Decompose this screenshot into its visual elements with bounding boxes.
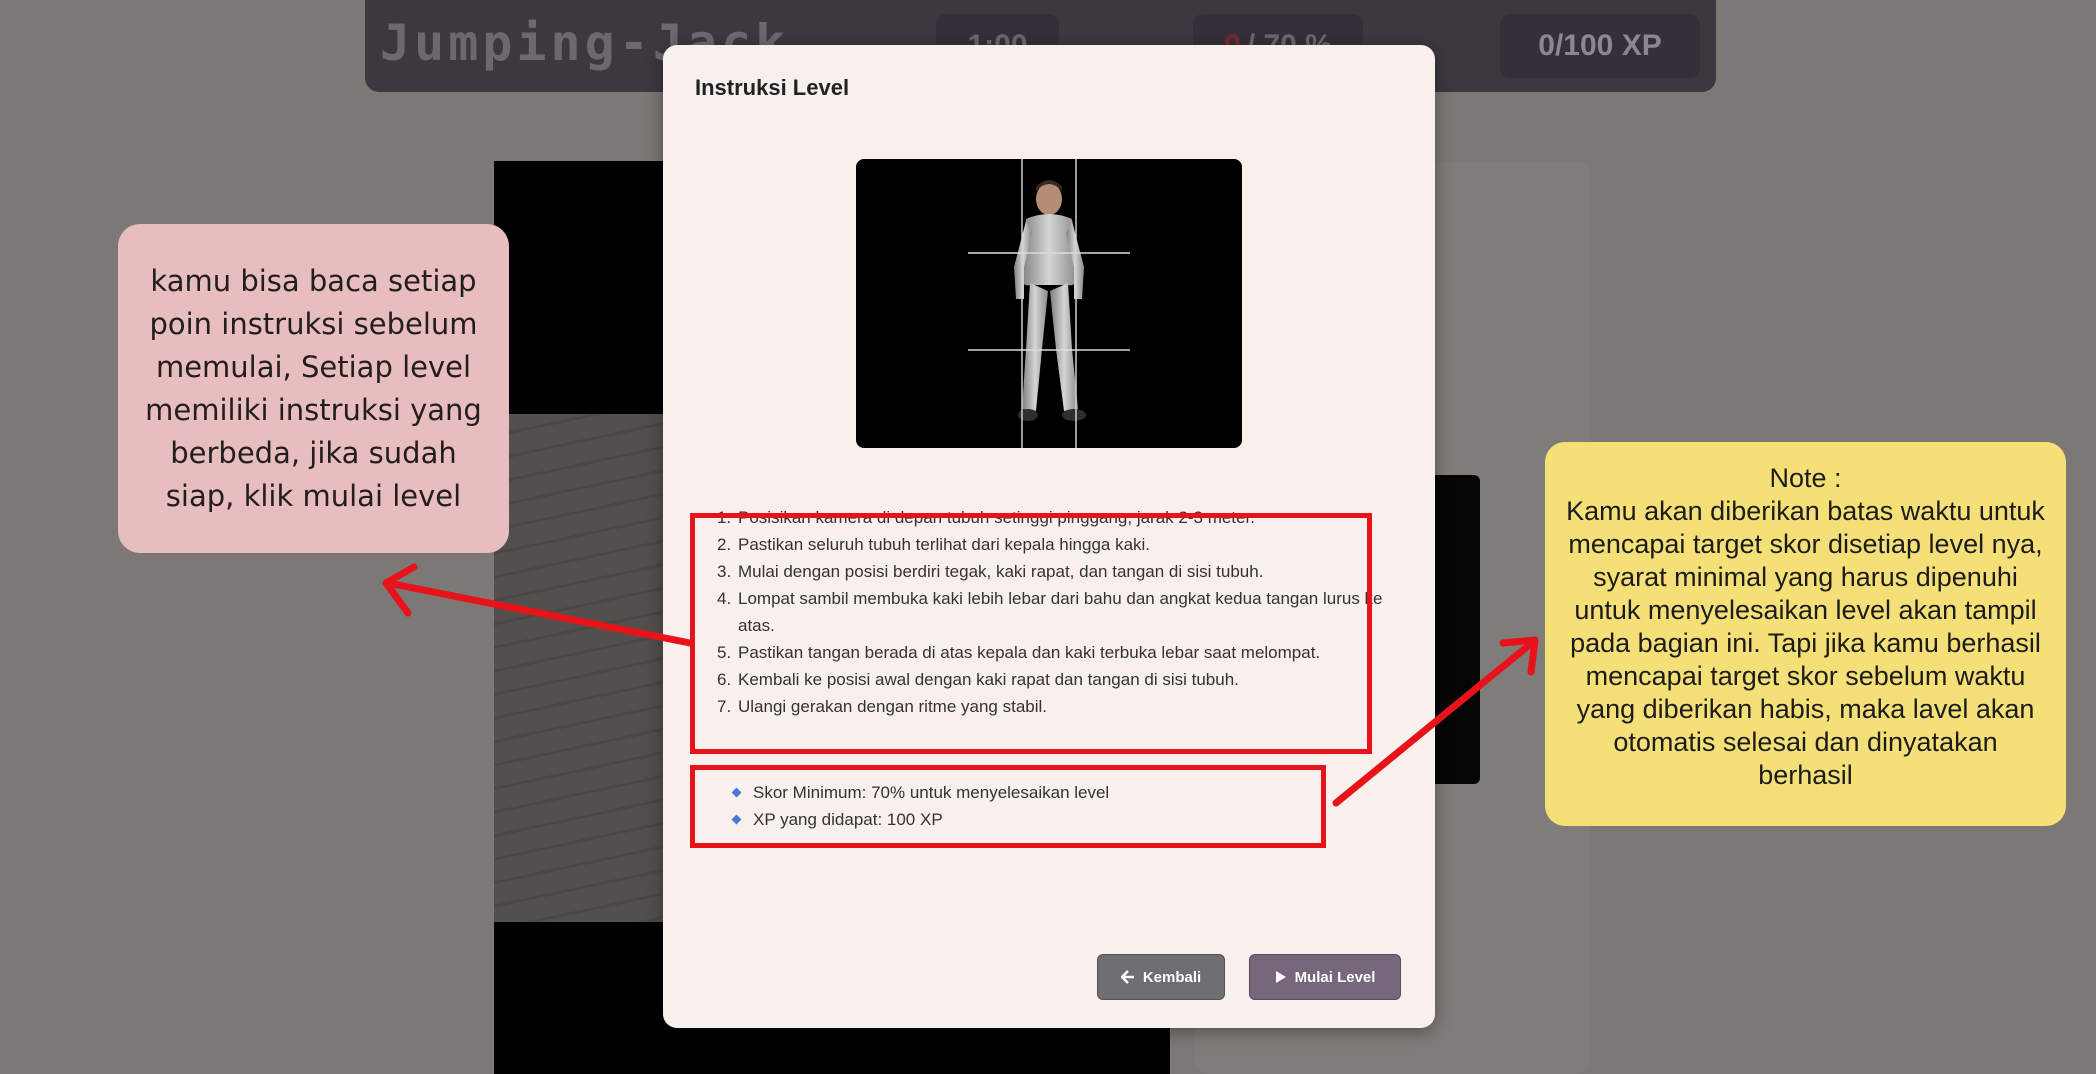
requirements-highlight-frame xyxy=(690,765,1326,848)
standing-figure-icon xyxy=(968,159,1130,448)
xp-badge: 0/100 XP xyxy=(1500,14,1700,78)
instruction-tip-callout: kamu bisa baca setiap poin instruksi seb… xyxy=(118,224,509,553)
note-callout: Note : Kamu akan diberikan batas waktu u… xyxy=(1545,442,2066,826)
note-body: Kamu akan diberikan batas waktu untuk me… xyxy=(1566,496,2045,790)
camera-feed xyxy=(494,414,664,922)
note-title: Note : xyxy=(1769,463,1842,493)
pose-preview-image xyxy=(856,159,1242,448)
modal-title: Instruksi Level xyxy=(695,75,850,100)
arrow-left-icon xyxy=(1120,970,1134,984)
back-button[interactable]: Kembali xyxy=(1097,954,1225,1000)
back-button-label: Kembali xyxy=(1142,968,1202,986)
play-icon xyxy=(1275,971,1286,983)
instructions-highlight-frame xyxy=(690,513,1372,754)
start-level-button-label: Mulai Level xyxy=(1294,968,1376,986)
start-level-button[interactable]: Mulai Level xyxy=(1249,954,1401,1000)
